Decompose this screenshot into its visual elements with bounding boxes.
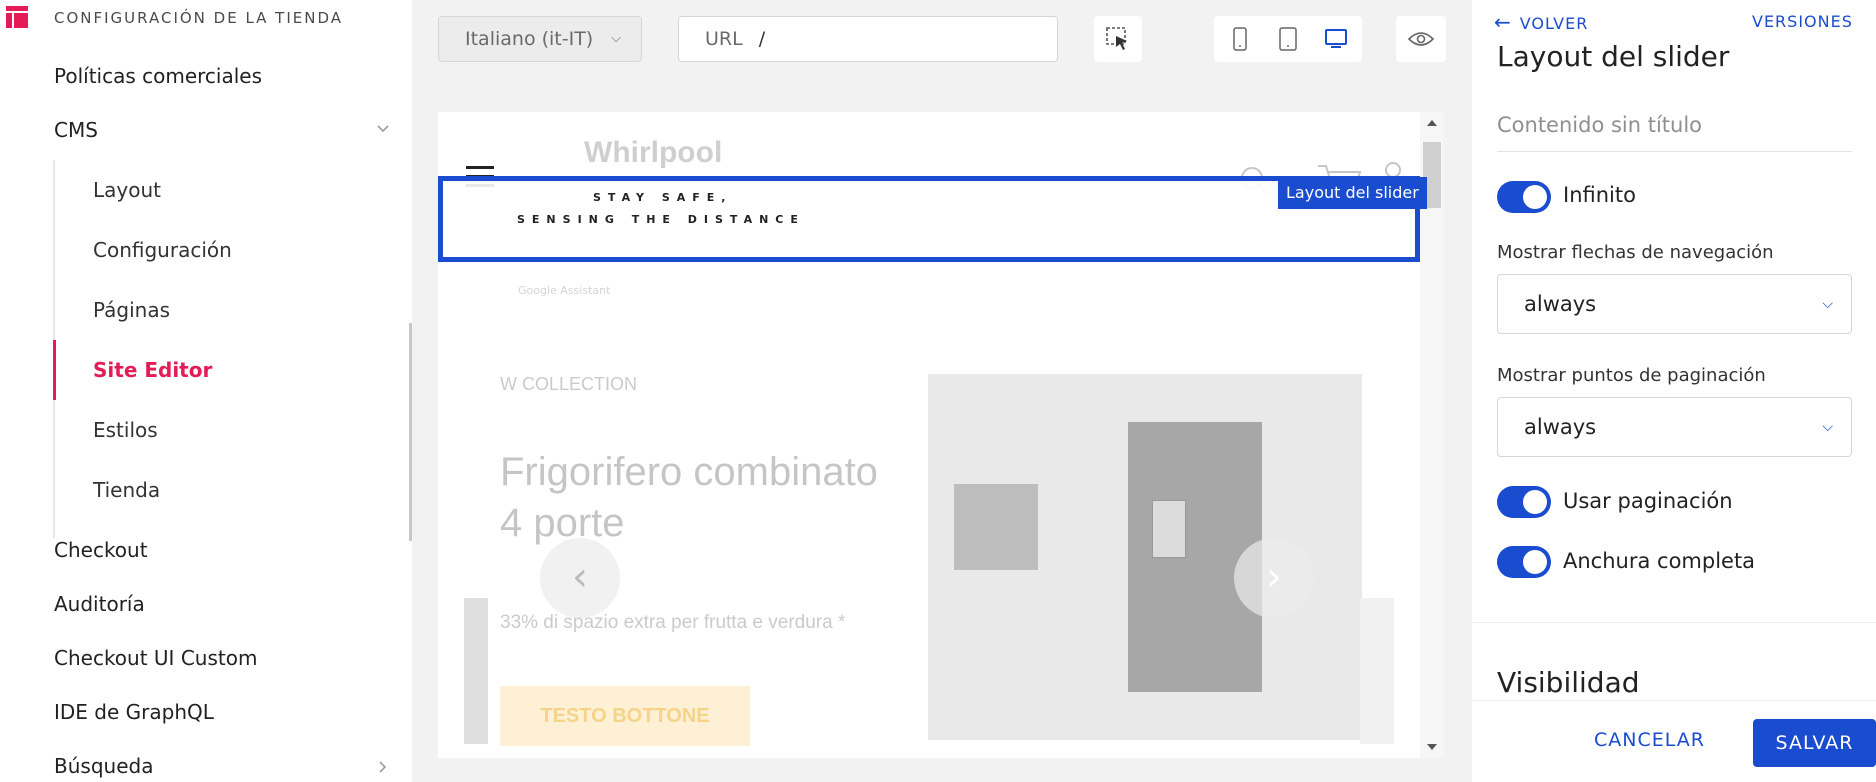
sidebar-item-estilos[interactable]: Estilos [93,415,158,445]
full-width-label: Anchura completa [1563,549,1756,573]
content-title-input[interactable]: Contenido sin título [1497,110,1852,152]
url-value: / [758,28,766,50]
scroll-down-arrow-icon[interactable] [1427,744,1437,750]
sidebar-item-paginas[interactable]: Páginas [93,295,170,325]
dots-field-label: Mostrar puntos de paginación [1497,365,1766,386]
cancel-button[interactable]: CANCELAR [1594,729,1705,751]
slide-edge-right [1360,598,1394,744]
sidebar-item-checkout[interactable]: Checkout [54,535,148,565]
sidebar-item-graphql[interactable]: IDE de GraphQL [54,697,214,727]
arrow-left-icon: ← [1494,10,1512,34]
use-pagination-toggle[interactable] [1497,486,1551,518]
selection-label: Layout del slider [1278,177,1427,209]
banner-line2: SENSING THE DISTANCE [517,213,805,226]
versions-link[interactable]: VERSIONES [1752,12,1853,31]
selected-slider-layout[interactable]: STAY SAFE, SENSING THE DISTANCE [438,176,1420,262]
slide-headline-line2: 4 porte [500,501,625,545]
mobile-icon [1233,27,1247,51]
language-value: Italiano (it-IT) [465,28,594,50]
visibility-section-title[interactable]: Visibilidad [1497,666,1640,699]
preview-button[interactable] [1396,16,1446,62]
sidebar-header: CONFIGURACIÓN DE LA TIENDA [0,0,412,38]
slide-edge-left [464,598,488,744]
sidebar: CONFIGURACIÓN DE LA TIENDA Políticas com… [0,0,412,782]
url-label: URL [705,28,743,50]
dots-select[interactable]: always ⌵ [1497,397,1852,457]
active-indicator [53,340,56,400]
eye-icon [1408,32,1434,46]
prev-slide-arrow[interactable]: ‹ [540,538,620,618]
chevron-down-icon: ⌵ [1822,419,1833,435]
sidebar-item-politicas[interactable]: Políticas comerciales [54,61,262,91]
google-assistant-badge: Google Assistant [518,284,611,297]
chevron-down-icon[interactable] [376,122,390,136]
whirlpool-logo[interactable]: Whirlpool [584,136,722,170]
arrows-select[interactable]: always ⌵ [1497,274,1852,334]
desktop-view-button[interactable] [1314,16,1358,62]
sidebar-item-auditoria[interactable]: Auditoría [54,589,145,619]
slide-subtext: 33% di spazio extra per frutta e verdura… [500,612,846,633]
scroll-up-arrow-icon[interactable] [1427,120,1437,126]
sidebar-item-checkout-ui[interactable]: Checkout UI Custom [54,643,257,673]
banner-line1: STAY SAFE, [593,191,733,204]
chevron-down-icon: ⌵ [1822,296,1833,312]
dots-select-value: always [1524,415,1597,439]
save-button[interactable]: SALVAR [1753,719,1876,767]
oven-shape [954,484,1038,570]
sidebar-item-tienda[interactable]: Tienda [93,475,160,505]
sidebar-item-site-editor[interactable]: Site Editor [93,355,212,385]
arrows-field-label: Mostrar flechas de navegación [1497,242,1774,263]
back-label: VOLVER [1519,14,1589,33]
panel-title: Layout del slider [1497,40,1730,73]
chevron-right-icon[interactable] [376,760,390,774]
desktop-icon [1325,29,1347,48]
select-element-button[interactable] [1094,16,1142,62]
language-select[interactable]: Italiano (it-IT) ⌵ [438,16,642,62]
sidebar-item-layout[interactable]: Layout [93,175,161,205]
slide-headline: Frigorifero combinato 4 porte [500,450,878,546]
sidebar-item-cms[interactable]: CMS [54,115,98,145]
tablet-icon [1279,27,1297,51]
cta-button[interactable]: TESTO BOTTONE [500,686,750,746]
collection-label: W COLLECTION [500,374,638,394]
sidebar-item-busqueda[interactable]: Búsqueda [54,751,153,781]
use-pagination-label: Usar paginación [1563,489,1733,513]
url-input[interactable]: URL / [678,16,1058,62]
full-width-toggle[interactable] [1497,546,1551,578]
store-config-icon [6,6,28,28]
back-button[interactable]: ← VOLVER [1494,10,1588,34]
cursor-select-icon [1106,27,1127,50]
sidebar-item-configuracion[interactable]: Configuración [93,235,232,265]
infinito-toggle[interactable] [1497,181,1551,213]
slide-headline-line1: Frigorifero combinato [500,450,878,494]
sidebar-title: CONFIGURACIÓN DE LA TIENDA [54,9,344,27]
arrows-select-value: always [1524,292,1597,316]
panel-divider [1472,622,1876,623]
infinito-label: Infinito [1563,183,1636,207]
tablet-view-button[interactable] [1266,16,1310,62]
chevron-down-icon: ⌵ [611,31,621,46]
fridge-dispenser [1152,500,1186,558]
mobile-view-button[interactable] [1218,16,1262,62]
next-slide-arrow[interactable]: › [1234,538,1314,618]
